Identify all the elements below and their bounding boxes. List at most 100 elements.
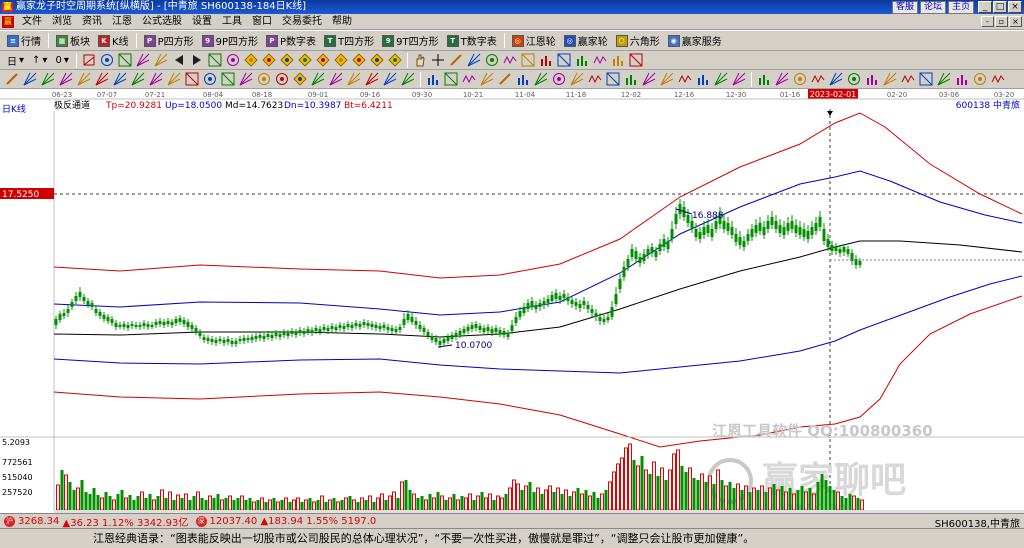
gann-fan-icon[interactable] [149,72,163,86]
gann-fan-icon[interactable] [883,72,897,86]
gann-fan-icon[interactable] [347,72,361,86]
diamond-icon[interactable] [280,53,294,67]
toolbar-button-2[interactable]: K K线 [94,32,133,49]
bars-icon[interactable] [757,72,771,86]
target-icon[interactable] [226,53,240,67]
toolbar-button-9[interactable]: ◎ 江恩轮 [508,32,560,49]
gann-fan-icon[interactable] [383,72,397,86]
menu-tools[interactable]: 工具 [217,14,247,30]
bars-icon[interactable] [516,72,530,86]
bars-icon[interactable] [696,72,710,86]
bars-icon[interactable] [865,72,879,86]
gann-fan-icon[interactable] [714,72,728,86]
toolbar-button-0[interactable]: ≡ 行情 [3,32,45,49]
wave-icon[interactable] [503,53,517,67]
home-link[interactable]: 主页 [947,1,974,14]
toolbar-button-1[interactable]: ▦ 板块 [52,32,94,49]
target-icon[interactable] [973,72,987,86]
doc-icon[interactable]: 赢 [2,15,14,28]
gann-box-icon[interactable] [118,53,132,67]
target-icon[interactable] [793,72,807,86]
menu-browse[interactable]: 浏览 [47,14,77,30]
target-icon[interactable] [552,72,566,86]
target-icon[interactable] [847,72,861,86]
period-selector[interactable]: 日 ▾ [3,52,28,69]
wave-icon[interactable] [678,72,692,86]
gann-fan-icon[interactable] [570,72,584,86]
gann-fan-icon[interactable] [113,72,127,86]
gann-fan-icon[interactable] [41,72,55,86]
line-selector[interactable]: 0 ▾ [51,52,72,69]
gann-fan-icon[interactable] [77,72,91,86]
target-icon[interactable] [257,72,271,86]
gann-fan-icon[interactable] [136,53,150,67]
hand-icon[interactable] [413,53,427,67]
gann-fan-icon[interactable] [467,53,481,67]
gann-box-icon[interactable] [208,53,222,67]
arrow-right-icon[interactable] [190,53,204,67]
diamond-icon[interactable] [316,53,330,67]
maximize-button[interactable]: □ [993,1,1007,13]
gann-fan-icon[interactable] [829,72,843,86]
gann-box-icon[interactable] [606,72,620,86]
gann-box-icon[interactable] [557,53,571,67]
gann-fan-icon[interactable] [937,72,951,86]
title-bar[interactable]: 赢 赢家龙子时空周期系统[纵横版] - [中青旅 SH600138-184日K线… [0,0,1024,14]
gann-fan-icon[interactable] [732,72,746,86]
toolbar-button-6[interactable]: T T四方形 [320,32,378,49]
diamond-icon[interactable] [293,72,307,86]
gann-fan-icon[interactable] [131,72,145,86]
menu-trade[interactable]: 交易委托 [277,14,327,30]
gann-box-icon[interactable] [521,53,535,67]
gann-box-icon[interactable] [919,72,933,86]
mdi-minimize-button[interactable]: - [981,16,994,27]
gann-fan-icon[interactable] [154,53,168,67]
gann-fan-icon[interactable] [95,72,109,86]
toolbar-button-4[interactable]: 9 9P四方形 [198,32,262,49]
menu-settings[interactable]: 设置 [187,14,217,30]
menu-gann[interactable]: 江恩 [107,14,137,30]
mdi-restore-button[interactable]: ▫ [995,16,1008,27]
diamond-icon[interactable] [298,53,312,67]
gann-fan-icon[interactable] [642,72,656,86]
kline-chart-panel[interactable]: 06-23 07-07 07-21 08-04 08-18 09-01 09-16 09-30… [0,89,1024,513]
toolbar-button-5[interactable]: P P数字表 [262,32,320,49]
bars-icon[interactable] [955,72,969,86]
diamond-icon[interactable] [334,53,348,67]
toolbar-button-3[interactable]: P P四方形 [140,32,198,49]
wave-icon[interactable] [991,72,1005,86]
menu-help[interactable]: 帮助 [327,14,357,30]
toolbar-button-7[interactable]: 9 9T四方形 [378,32,442,49]
wave-icon[interactable] [901,72,915,86]
kline-chart[interactable]: 06-23 07-07 07-21 08-04 08-18 09-01 09-16 09-30… [0,89,1024,513]
menu-formula[interactable]: 公式选股 [137,14,187,30]
gann-fan-icon[interactable] [534,72,548,86]
target-icon[interactable] [275,72,289,86]
gann-fan-icon[interactable] [775,72,789,86]
bars-icon[interactable] [426,72,440,86]
bars-icon[interactable] [575,53,589,67]
arrow-left-icon[interactable] [172,53,186,67]
toolbar-button-11[interactable]: ⬡ 六角形 [612,32,664,49]
diamond-icon[interactable] [244,53,258,67]
diamond-icon[interactable] [370,53,384,67]
close-button[interactable]: × [1008,1,1022,13]
sh-index-value[interactable]: 3268.34 [18,516,59,527]
target-icon[interactable] [485,53,499,67]
wave-icon[interactable] [588,72,602,86]
target-icon[interactable] [203,72,217,86]
minimize-button[interactable]: _ [978,1,992,13]
gann-box-icon[interactable] [221,72,235,86]
wave-icon[interactable] [811,72,825,86]
grid-icon[interactable] [82,53,96,67]
gann-fan-icon[interactable] [401,72,415,86]
bars-icon[interactable] [539,53,553,67]
gann-fan-icon[interactable] [660,72,674,86]
gann-fan-icon[interactable] [329,72,343,86]
target-icon[interactable] [100,53,114,67]
gann-fan-icon[interactable] [23,72,37,86]
pencil-icon[interactable] [449,53,463,67]
gann-fan-icon[interactable] [239,72,253,86]
arrow-selector[interactable]: ↑ ▾ [28,52,51,69]
gann-box-icon[interactable] [185,72,199,86]
